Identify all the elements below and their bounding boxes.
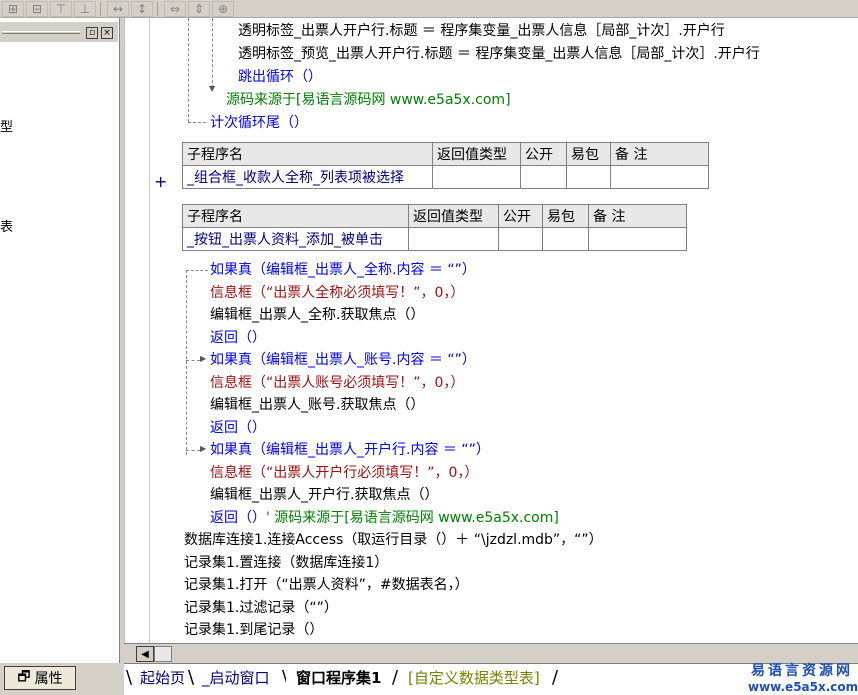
code-line: 记录集1.置连接（数据库连接1） bbox=[184, 555, 389, 571]
table-cell[interactable] bbox=[588, 227, 687, 251]
editor-gutter bbox=[124, 18, 150, 643]
code-line: 计次循环尾（） bbox=[210, 115, 308, 131]
left-panel-fragment: 型 bbox=[0, 120, 14, 135]
table-cell[interactable] bbox=[520, 165, 567, 189]
properties-tab[interactable]: 🗗 属性 bbox=[4, 666, 76, 690]
minimize-icon[interactable]: ▫ bbox=[86, 27, 98, 39]
left-panel-header: ▫ × bbox=[0, 22, 118, 42]
code-line: 返回（） bbox=[210, 420, 266, 436]
code-line: 返回（） bbox=[210, 510, 266, 526]
table-cell[interactable] bbox=[498, 227, 543, 251]
code-line: 返回（） bbox=[210, 330, 266, 346]
align-top-icon[interactable]: ⊤ bbox=[50, 0, 72, 17]
subroutine-name-cell[interactable]: _按钮_出票人资料_添加_被单击 bbox=[182, 227, 409, 251]
code-line: 数据库连接1.连接Access（取运行目录（）＋ “\jzdzl.mdb”，“”… bbox=[184, 532, 603, 548]
table-cell[interactable] bbox=[432, 165, 521, 189]
subroutine-name-cell[interactable]: _组合框_收款人全称_列表项被选择 bbox=[182, 165, 433, 189]
code-line: 如果真（编辑框_出票人_开户行.内容 ＝ “”） bbox=[210, 442, 490, 458]
code-comment: ' 源码来源于[易语言源码网 www.e5a5x.com] bbox=[266, 510, 559, 526]
table-cell[interactable] bbox=[610, 165, 709, 189]
align-left-icon[interactable]: ⊞ bbox=[2, 0, 24, 17]
code-line: 跳出循环（） bbox=[238, 69, 322, 85]
code-line: 如果真（编辑框_出票人_账号.内容 ＝ “”） bbox=[210, 352, 476, 368]
same-height-icon[interactable]: ↕ bbox=[131, 0, 153, 17]
expand-icon[interactable]: + bbox=[154, 172, 167, 191]
v-space-icon[interactable]: ⇕ bbox=[188, 0, 210, 17]
table-header: 易包 bbox=[542, 204, 589, 228]
scroll-thumb[interactable] bbox=[154, 646, 172, 662]
table-cell[interactable] bbox=[542, 227, 589, 251]
code-line: 编辑框_出票人_全称.获取焦点（） bbox=[210, 307, 425, 323]
toolbar: ⊞ ⊟ ⊤ ⊥ ↔ ↕ ⇔ ⇕ ⊕ bbox=[0, 0, 858, 18]
code-line: 记录集1.到尾记录（） bbox=[184, 622, 324, 638]
properties-tab-label: 属性 bbox=[34, 671, 63, 687]
table-cell[interactable] bbox=[566, 165, 611, 189]
left-panel-fragment: 表 bbox=[0, 220, 14, 235]
subroutine-table: 子程序名 返回值类型 公开 易包 备 注 _组合框_收款人全称_列表项被选择 bbox=[182, 142, 709, 189]
align-center-icon[interactable]: ⊟ bbox=[26, 0, 48, 17]
same-width-icon[interactable]: ↔ bbox=[107, 0, 129, 17]
code-line: 透明标签_出票人开户行.标题 ＝ 程序集变量_出票人信息［局部_计次］.开户行 bbox=[238, 23, 725, 39]
tab-window-program-set[interactable]: 窗口程序集1 bbox=[286, 666, 392, 690]
left-panel: ▫ × 型 表 bbox=[0, 18, 120, 663]
table-header: 子程序名 bbox=[182, 142, 433, 166]
align-middle-icon[interactable]: ⊥ bbox=[74, 0, 96, 17]
code-line: 透明标签_预览_出票人开户行.标题 ＝ 程序集变量_出票人信息［局部_计次］.开… bbox=[238, 46, 760, 62]
code-line: 信息框（“出票人账号必须填写！”，0，） bbox=[210, 375, 465, 391]
h-space-icon[interactable]: ⇔ bbox=[164, 0, 186, 17]
table-cell[interactable] bbox=[408, 227, 499, 251]
watermark-logo: 易语言资源网 www.e5a5x.com bbox=[748, 660, 858, 694]
code-editor[interactable]: ▼ 透明标签_出票人开户行.标题 ＝ 程序集变量_出票人信息［局部_计次］.开户… bbox=[150, 18, 858, 643]
code-line: 如果真（编辑框_出票人_全称.内容 ＝ “”） bbox=[210, 262, 476, 278]
code-line: 记录集1.过滤记录（“”） bbox=[184, 600, 338, 616]
code-comment: 源码来源于[易语言源码网 www.e5a5x.com] bbox=[226, 92, 511, 108]
watermark-url: www.e5a5x.com bbox=[748, 680, 858, 694]
table-header: 易包 bbox=[566, 142, 611, 166]
table-header: 子程序名 bbox=[182, 204, 409, 228]
table-header: 备 注 bbox=[588, 204, 687, 228]
table-header: 公开 bbox=[498, 204, 543, 228]
table-header: 备 注 bbox=[610, 142, 709, 166]
center-icon[interactable]: ⊕ bbox=[212, 0, 234, 17]
code-line: 信息框（“出票人全称必须填写！”，0，） bbox=[210, 285, 465, 301]
scroll-left-icon[interactable]: ◀ bbox=[136, 646, 154, 662]
code-line: 记录集1.打开（“出票人资料”，#数据表名，） bbox=[184, 577, 469, 593]
tab-startup-window[interactable]: _启动窗口 bbox=[192, 666, 280, 690]
close-icon[interactable]: × bbox=[101, 27, 113, 39]
tab-custom-data-types[interactable]: [自定义数据类型表] bbox=[398, 666, 550, 690]
subroutine-table: 子程序名 返回值类型 公开 易包 备 注 _按钮_出票人资料_添加_被单击 bbox=[182, 204, 687, 251]
table-header: 返回值类型 bbox=[432, 142, 521, 166]
code-line: 信息框（“出票人开户行必须填写！”，0，） bbox=[210, 465, 479, 481]
watermark-title: 易语言资源网 bbox=[751, 663, 853, 679]
tab-start-page[interactable]: 起始页 bbox=[130, 666, 195, 690]
code-line: 编辑框_出票人_开户行.获取焦点（） bbox=[210, 487, 439, 503]
table-header: 公开 bbox=[520, 142, 567, 166]
table-header: 返回值类型 bbox=[408, 204, 499, 228]
code-line: 编辑框_出票人_账号.获取焦点（） bbox=[210, 397, 425, 413]
properties-icon: 🗗 bbox=[17, 669, 31, 685]
